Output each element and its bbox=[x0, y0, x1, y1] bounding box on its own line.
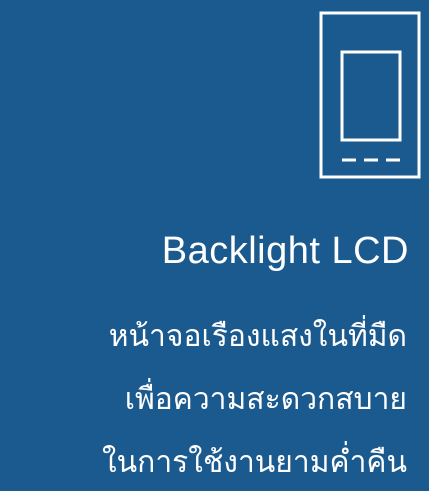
lcd-display-icon bbox=[318, 10, 422, 180]
feature-panel: Backlight LCD หน้าจอเรืองแสงในที่มืด เพื… bbox=[0, 0, 429, 491]
feature-description-line-3: ในการใช้งานยามค่ำคืน bbox=[102, 445, 407, 480]
feature-description-line-1: หน้าจอเรืองแสงในที่มืด bbox=[108, 319, 407, 354]
feature-description-line-2: เพื่อความสะดวกสบาย bbox=[124, 382, 407, 417]
feature-title: Backlight LCD bbox=[161, 230, 409, 272]
